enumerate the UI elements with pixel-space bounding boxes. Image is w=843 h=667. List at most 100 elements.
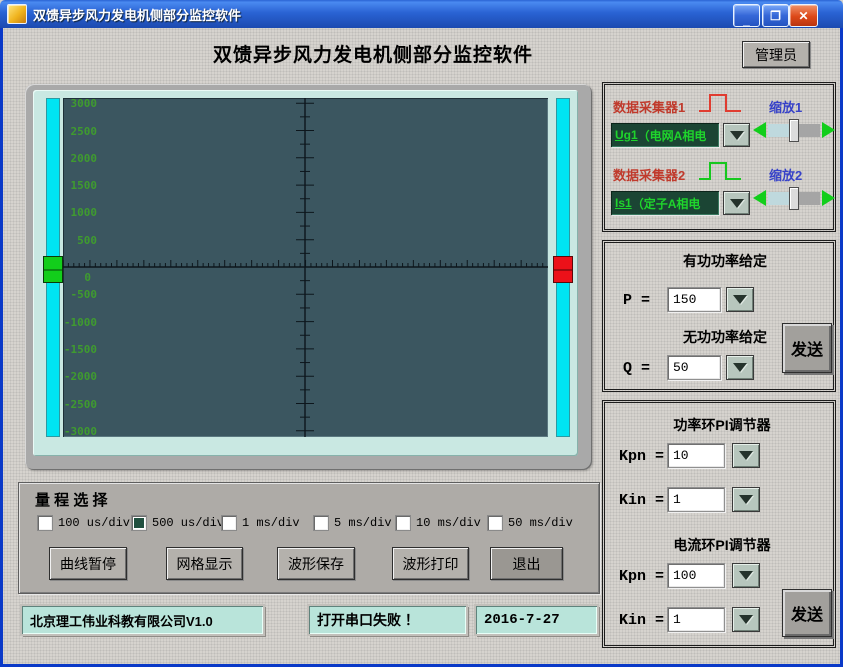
range-option-10ms[interactable]: 10 ms/div [395, 515, 481, 531]
zoom1-label: 缩放1 [769, 97, 802, 116]
pulse1-waveform-icon [697, 90, 743, 116]
channel2-select[interactable]: Is1（定子A相电 [611, 191, 719, 215]
range-title: 量 程 选 择 [35, 489, 108, 510]
current-kin-dropdown-button[interactable] [732, 607, 760, 632]
daq2-label: 数据采集器2 [613, 165, 685, 184]
zoom1-slider-handle[interactable] [789, 119, 799, 142]
range-option-label: 500 us/div [152, 516, 224, 530]
current-kin-label: Kin = [619, 612, 664, 629]
checkbox-icon[interactable] [313, 515, 329, 531]
range-option-1ms[interactable]: 1 ms/div [221, 515, 300, 531]
chevron-down-icon [739, 571, 753, 580]
channel2-dropdown-button[interactable] [723, 191, 750, 215]
app-icon [7, 4, 27, 24]
checkbox-icon[interactable] [37, 515, 53, 531]
left-scale-slider-track[interactable] [46, 98, 60, 437]
zoom2-slider-handle[interactable] [789, 187, 799, 210]
maximize-button[interactable]: ❐ [762, 4, 789, 27]
channel1-select[interactable]: Ug1（电网A相电 [611, 123, 719, 147]
zoom1-slider[interactable] [753, 122, 835, 138]
range-option-label: 5 ms/div [334, 516, 392, 530]
print-waveform-button[interactable]: 波形打印 [392, 547, 469, 580]
pause-curve-button[interactable]: 曲线暂停 [49, 547, 127, 580]
chevron-down-icon [739, 495, 753, 504]
current-kin-value: 1 [673, 612, 681, 627]
channel2-select-prefix: Is1 [615, 196, 632, 210]
minimize-button[interactable]: _ [733, 4, 760, 27]
right-scale-slider-handle[interactable] [553, 256, 573, 283]
y-axis-labels: 300025002000150010005000-500-1000-1500-2… [63, 98, 548, 437]
power-kpn-dropdown-button[interactable] [732, 443, 760, 468]
checkbox-icon[interactable] [221, 515, 237, 531]
zoom2-slider[interactable] [753, 190, 835, 206]
q-value-input[interactable]: 50 [667, 355, 721, 380]
current-kin-input[interactable]: 1 [667, 607, 725, 632]
right-scale-slider-track[interactable] [556, 98, 570, 437]
chevron-down-icon [730, 199, 744, 208]
zoom1-right-arrow-icon[interactable] [822, 122, 835, 138]
range-option-100us[interactable]: 100 us/div [37, 515, 130, 531]
zoom2-right-arrow-icon[interactable] [822, 190, 835, 206]
checkbox-icon[interactable] [395, 515, 411, 531]
checkbox-icon[interactable] [487, 515, 503, 531]
serial-status-field: 打开串口失败 ！ [309, 606, 466, 634]
power-kpn-input[interactable]: 10 [667, 443, 725, 468]
chevron-down-icon [739, 451, 753, 460]
current-kpn-input[interactable]: 100 [667, 563, 725, 588]
power-kpn-label: Kpn = [619, 448, 664, 465]
range-option-label: 1 ms/div [242, 516, 300, 530]
p-value-input[interactable]: 150 [667, 287, 721, 312]
send-pi-button[interactable]: 发送 [782, 589, 832, 637]
power-panel: 有功功率给定 P = 150 无功功率给定 Q = 50 发送 [602, 240, 836, 392]
pi-panel: 功率环PI调节器 Kpn = 10 Kin = 1 电流环PI调节器 Kpn =… [602, 400, 836, 648]
current-kpn-dropdown-button[interactable] [732, 563, 760, 588]
zoom1-left-arrow-icon[interactable] [753, 122, 766, 138]
chevron-down-icon [730, 131, 744, 140]
p-value: 150 [673, 292, 696, 307]
power-kpn-value: 10 [673, 448, 689, 463]
close-button[interactable]: ✕ [789, 4, 818, 27]
pulse2-waveform-icon [697, 158, 743, 184]
q-value: 50 [673, 360, 689, 375]
channel1-select-prefix: Ug1 [615, 128, 638, 142]
channel2-select-text: （定子A相电 [632, 195, 701, 212]
power-kin-dropdown-button[interactable] [732, 487, 760, 512]
send-power-button[interactable]: 发送 [782, 323, 832, 373]
scope-plot: 300025002000150010005000-500-1000-1500-2… [63, 98, 548, 437]
daq1-label: 数据采集器1 [613, 97, 685, 116]
range-option-500us[interactable]: 500 us/div [131, 515, 224, 531]
zoom2-left-arrow-icon[interactable] [753, 190, 766, 206]
range-option-5ms[interactable]: 5 ms/div [313, 515, 392, 531]
chevron-down-icon [739, 615, 753, 624]
q-dropdown-button[interactable] [726, 355, 754, 380]
admin-button[interactable]: 管理员 [742, 41, 810, 68]
range-panel: 量 程 选 择 100 us/div 500 us/div 1 ms/div 5… [18, 482, 600, 594]
power-kin-label: Kin = [619, 492, 664, 509]
q-label: Q = [623, 360, 650, 377]
save-waveform-button[interactable]: 波形保存 [277, 547, 355, 580]
daq-panel: 数据采集器1 缩放1 Ug1（电网A相电 数据采集器2 [602, 82, 836, 232]
app-window: 双馈异步风力发电机侧部分监控软件 _ ❐ ✕ 双馈异步风力发电机侧部分监控软件 … [0, 0, 843, 667]
scope-panel: 300025002000150010005000-500-1000-1500-2… [25, 84, 592, 470]
range-option-50ms[interactable]: 50 ms/div [487, 515, 573, 531]
left-scale-slider-handle[interactable] [43, 256, 63, 283]
range-option-label: 10 ms/div [416, 516, 481, 530]
exit-button[interactable]: 退出 [490, 547, 563, 580]
client-area: 双馈异步风力发电机侧部分监控软件 管理员 3000250020001500100… [3, 28, 840, 664]
p-label: P = [623, 292, 650, 309]
p-dropdown-button[interactable] [726, 287, 754, 312]
grid-display-button[interactable]: 网格显示 [166, 547, 243, 580]
checkbox-icon[interactable] [131, 515, 147, 531]
channel1-dropdown-button[interactable] [723, 123, 750, 147]
page-title: 双馈异步风力发电机侧部分监控软件 [93, 40, 653, 67]
zoom2-slider-track[interactable] [768, 192, 820, 205]
power-kin-value: 1 [673, 492, 681, 507]
window-title: 双馈异步风力发电机侧部分监控软件 [33, 5, 241, 24]
reactive-power-title: 无功功率给定 [645, 327, 805, 347]
maximize-icon: ❐ [770, 9, 781, 23]
power-kin-input[interactable]: 1 [667, 487, 725, 512]
close-icon: ✕ [798, 9, 808, 23]
zoom1-slider-track[interactable] [768, 124, 820, 137]
current-kpn-label: Kpn = [619, 568, 664, 585]
zoom2-label: 缩放2 [769, 165, 802, 184]
